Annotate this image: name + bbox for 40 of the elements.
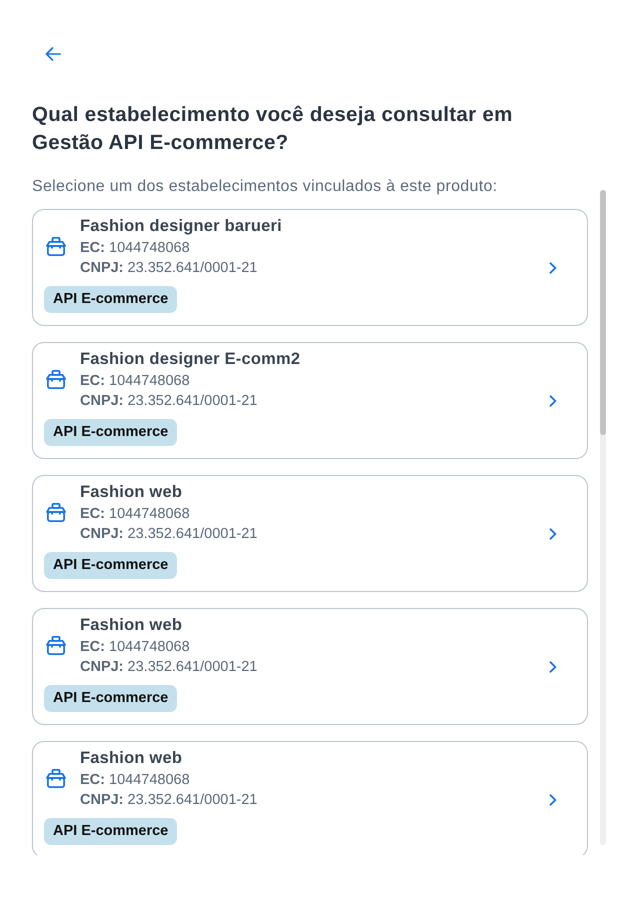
product-tag: API E-commerce <box>44 685 178 712</box>
establishment-card[interactable]: Fashion web EC: 1044748068 CNPJ: 23.352.641/0001-21 API E-commerce <box>32 475 588 592</box>
establishment-name: Fashion designer barueri <box>80 216 282 237</box>
box-icon <box>46 236 66 256</box>
establishment-name: Fashion web <box>80 482 182 503</box>
ec-number: EC: 1044748068 <box>80 372 190 391</box>
establishment-name: Fashion designer E-comm2 <box>80 349 300 370</box>
cnpj-number: CNPJ: 23.352.641/0001-21 <box>80 392 258 411</box>
chevron-right-icon <box>549 394 557 406</box>
product-tag: API E-commerce <box>44 552 178 579</box>
ec-number: EC: 1044748068 <box>80 771 190 790</box>
establishment-card[interactable]: Fashion designer barueri EC: 1044748068 CNPJ: 23.352.641/0001-21 API E-commerce <box>32 209 588 326</box>
product-tag: API E-commerce <box>44 286 178 313</box>
cnpj-number: CNPJ: 23.352.641/0001-21 <box>80 658 258 677</box>
establishment-name: Fashion web <box>80 615 182 636</box>
chevron-right-icon <box>549 660 557 672</box>
product-tag: API E-commerce <box>44 818 178 845</box>
ec-number: EC: 1044748068 <box>80 239 190 258</box>
cnpj-number: CNPJ: 23.352.641/0001-21 <box>80 525 258 544</box>
box-icon <box>46 370 66 388</box>
box-icon <box>46 636 66 654</box>
page-title: Qual estabelecimento você deseja consultar em Gestão API E-commerce? <box>32 102 514 156</box>
establishment-card[interactable]: Fashion web EC: 1044748068 CNPJ: 23.352.641/0001-21 API E-commerce <box>32 608 588 725</box>
box-icon <box>46 768 66 788</box>
cnpj-number: CNPJ: 23.352.641/0001-21 <box>80 791 258 810</box>
establishment-card[interactable]: Fashion web EC: 1044748068 CNPJ: 23.352.641/0001-21 API E-commerce <box>32 741 588 855</box>
chevron-right-icon <box>549 262 557 274</box>
establishment-card[interactable]: Fashion designer E-comm2 EC: 1044748068 CNPJ: 23.352.641/0001-21 API E-commerce <box>32 342 588 459</box>
chevron-right-icon <box>549 528 557 540</box>
product-tag: API E-commerce <box>44 419 178 446</box>
ec-number: EC: 1044748068 <box>80 638 190 657</box>
ec-number: EC: 1044748068 <box>80 505 190 524</box>
cnpj-number: CNPJ: 23.352.641/0001-21 <box>80 259 258 278</box>
back-arrow-icon <box>45 47 61 61</box>
establishment-name: Fashion web <box>80 748 182 769</box>
scrollbar-track[interactable] <box>600 190 606 845</box>
box-icon <box>46 502 66 522</box>
page-subtitle: Selecione um dos estabelecimentos vinculados à este produto: <box>32 177 498 197</box>
scrollbar-thumb[interactable] <box>600 190 606 435</box>
chevron-right-icon <box>549 794 557 806</box>
